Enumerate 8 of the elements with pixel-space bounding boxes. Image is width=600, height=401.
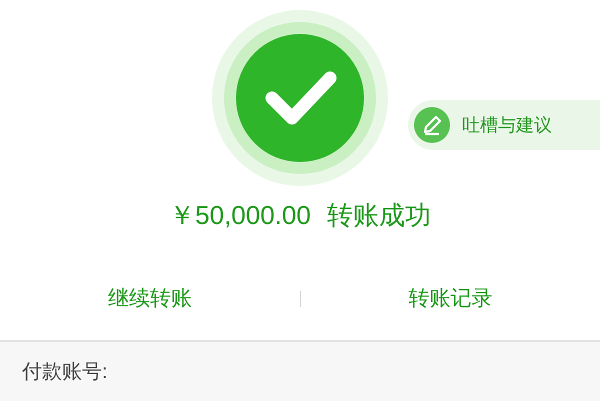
transfer-history-link[interactable]: 转账记录 (300, 275, 600, 322)
payment-account-label: 付款账号: (22, 360, 108, 384)
continue-transfer-link[interactable]: 继续转账 (0, 275, 300, 322)
pencil-icon (414, 107, 450, 143)
feedback-button[interactable]: 吐槽与建议 (408, 100, 600, 150)
status-text: 转账成功 (326, 199, 431, 232)
amount-text: ￥50,000.00 (169, 199, 311, 232)
success-check-icon (210, 8, 390, 188)
